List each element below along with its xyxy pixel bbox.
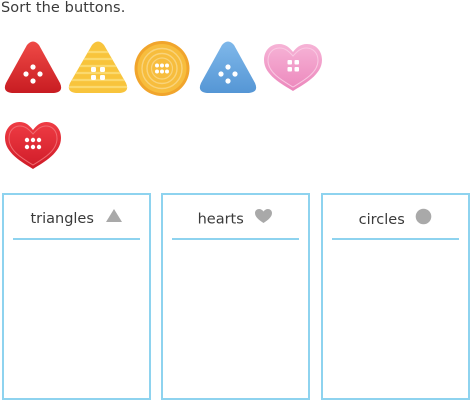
heart-button-icon bbox=[5, 122, 61, 169]
triangle-button-icon bbox=[68, 41, 128, 93]
instruction-text: Sort the buttons. bbox=[1, 0, 126, 16]
heart-button-icon bbox=[264, 44, 322, 91]
triangle-icon bbox=[105, 208, 123, 230]
triangle-button-icon bbox=[199, 41, 257, 93]
bin-hearts[interactable]: hearts bbox=[161, 193, 310, 400]
bin-drop-area-hearts[interactable] bbox=[167, 245, 304, 394]
button-red-heart[interactable] bbox=[3, 121, 63, 171]
heart-icon bbox=[254, 208, 273, 231]
bin-header-circles: circles bbox=[323, 208, 468, 230]
button-orange-circle[interactable] bbox=[133, 40, 191, 98]
button-blue-triangle[interactable] bbox=[198, 40, 258, 96]
button-pink-heart[interactable] bbox=[262, 43, 324, 93]
bin-label-circles: circles bbox=[358, 212, 405, 228]
circle-button-icon bbox=[134, 41, 190, 96]
triangle-button-icon bbox=[4, 41, 62, 93]
bin-circles[interactable]: circles bbox=[321, 193, 470, 400]
button-red-triangle[interactable] bbox=[3, 40, 63, 96]
bin-header-triangles: triangles bbox=[4, 208, 149, 230]
circle-icon bbox=[415, 208, 432, 232]
bin-label-triangles: triangles bbox=[30, 211, 94, 227]
button-yellow-triangle[interactable] bbox=[67, 40, 129, 96]
bin-divider bbox=[332, 238, 459, 240]
bin-triangles[interactable]: triangles bbox=[2, 193, 151, 400]
bin-header-hearts: hearts bbox=[163, 208, 308, 230]
bin-label-hearts: hearts bbox=[197, 211, 244, 228]
bin-drop-area-circles[interactable] bbox=[327, 245, 464, 394]
bin-divider bbox=[172, 238, 299, 240]
bin-drop-area-triangles[interactable] bbox=[8, 245, 145, 394]
bin-divider bbox=[13, 238, 140, 240]
